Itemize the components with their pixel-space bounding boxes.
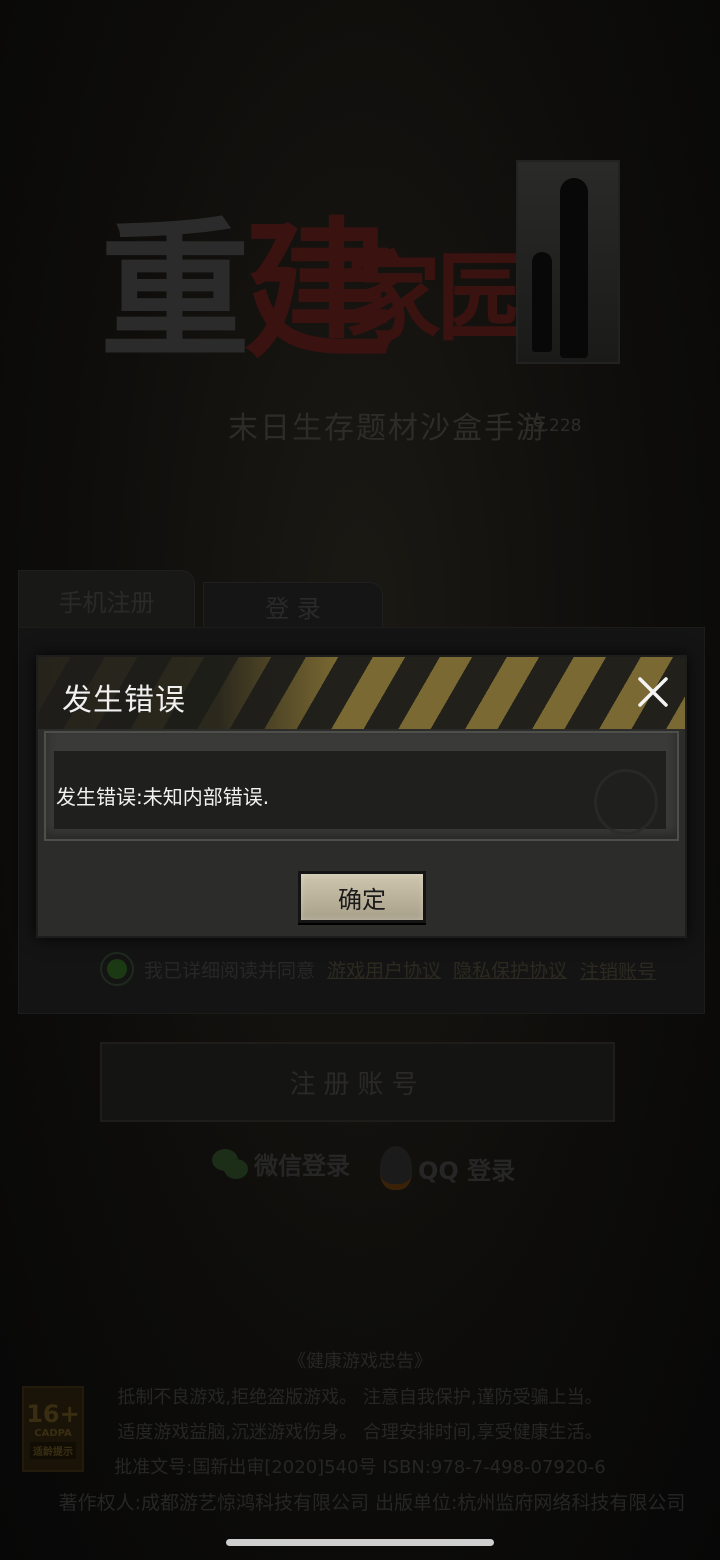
dialog-header: 发生错误 [38,657,685,729]
wechat-login-button[interactable]: 微信登录 [212,1146,350,1181]
agree-radio[interactable] [100,952,134,986]
close-button[interactable] [630,669,676,715]
confirm-button[interactable]: 确定 [298,871,426,923]
age-rating-tip: 适龄提示 [30,1441,76,1459]
home-indicator[interactable] [226,1539,494,1546]
logo-title-rest: 家园 [345,242,533,354]
cancel-account-link[interactable]: 注销账号 [580,957,656,984]
agreement-prefix: 我已详细阅读并同意 [144,959,316,982]
adult-silhouette [560,178,588,358]
qq-penguin-icon [380,1146,412,1190]
user-agreement-link[interactable]: 游戏用户协议 [327,956,441,983]
qq-login-label: QQ 登录 [418,1156,516,1185]
radio-selected-dot [107,959,127,979]
health-notice-line-2: 适度游戏益脑,沉迷游戏伤身。 合理安排时间,享受健康生活。 [117,1422,603,1443]
close-icon [638,677,668,707]
copyright-text: 著作权人:成都游艺惊鸿科技有限公司 出版单位:杭州监府网络科技有限公司 [58,1492,686,1514]
age-rating-badge: 16+ CADPA 适龄提示 [22,1386,84,1472]
wechat-icon [212,1147,248,1181]
tab-phone-register[interactable]: 手机注册 [18,570,195,630]
health-notice-line-1: 抵制不良游戏,拒绝盗版游戏。 注意自我保护,谨防受骗上当。 [117,1387,603,1408]
dialog-title: 发生错误 [62,683,186,718]
logo-silhouette-image [516,160,620,364]
privacy-agreement-link[interactable]: 隐私保护协议 [453,956,567,983]
tab-login[interactable]: 登 录 [203,582,383,630]
game-logo: 重建 家园 [100,160,620,379]
version-label: 19.228 [522,416,582,436]
age-rating-org: CADPA [34,1427,72,1439]
health-notice-title: 《健康游戏忠告》 [288,1351,432,1372]
message-box: 发生错误:未知内部错误. [44,731,679,841]
radiation-deco-icon [594,769,658,835]
agreement-row: 我已详细阅读并同意 游戏用户协议 隐私保护协议 [100,950,567,988]
approval-number: 批准文号:国新出审[2020]540号 ISBN:978-7-498-07920… [114,1457,606,1478]
game-subtitle: 末日生存题材沙盒手游 [228,411,548,446]
qq-login-button[interactable]: QQ 登录 [380,1146,515,1190]
child-silhouette [532,252,552,352]
age-rating-number: 16+ [26,1399,80,1428]
wechat-login-label: 微信登录 [254,1152,350,1180]
register-button[interactable]: 注册账号 [100,1042,615,1122]
error-message: 发生错误:未知内部错误. [56,785,270,809]
error-dialog: 发生错误 发生错误:未知内部错误. 确定 [36,655,687,938]
logo-char-1: 重 [100,205,250,379]
